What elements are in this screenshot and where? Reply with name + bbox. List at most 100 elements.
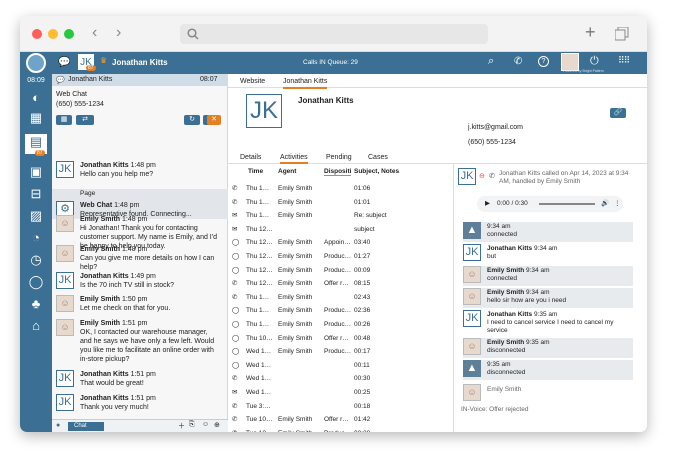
audio-progress[interactable] — [539, 203, 595, 205]
activity-row[interactable]: ◯ Thu 10… Emily Smith Offer r… 00:48 — [232, 332, 450, 346]
search-icon[interactable]: ⌕ — [488, 55, 494, 68]
activity-time: Thu 12… — [246, 266, 273, 274]
mail-icon: ✉ — [232, 212, 238, 220]
col-time[interactable]: Time — [248, 168, 263, 175]
home-icon[interactable]: ⌂ — [27, 318, 45, 334]
tab-pending[interactable]: Pending — [326, 154, 352, 161]
activity-note: 00:28 — [354, 427, 370, 432]
tab-contact[interactable]: Jonathan Kitts — [283, 78, 328, 89]
activity-row[interactable]: ✉ Thu 12… subject — [232, 223, 450, 237]
messages-icon[interactable]: ◯ — [27, 274, 45, 290]
activity-time: Thu 1… — [246, 185, 270, 192]
link-button[interactable]: 🔗 — [610, 108, 626, 118]
share-icon[interactable]: ⊕ — [214, 421, 220, 429]
activity-row[interactable]: ◯ Thu 12… Emily Smith Produc… 01:27 — [232, 250, 450, 264]
activity-row[interactable]: ✆ Thu 12… Emily Smith Offer r… 08:15 — [232, 277, 450, 291]
activity-row[interactable]: ◯ Thu 1… Emily Smith Produc… 02:36 — [232, 304, 450, 318]
volume-icon[interactable]: 🔊 — [601, 196, 609, 212]
activity-row[interactable]: ✆ Tue 3:… 00:18 — [232, 400, 450, 414]
activity-note: 02:43 — [354, 293, 371, 301]
tab-website[interactable]: Website — [240, 78, 265, 85]
activity-row[interactable]: ✉ Wed 1… 00:25 — [232, 386, 450, 400]
chat-icon: ◯ — [232, 334, 240, 342]
attach-icon[interactable]: ⎘ — [189, 421, 195, 429]
audio-player[interactable]: ▶ 0:00 / 0:30 🔊 ⋮ — [477, 196, 623, 212]
activity-time: Tue 3:… — [246, 402, 271, 410]
play-icon[interactable]: ▶ — [485, 196, 490, 212]
add-icon[interactable]: ＋ — [178, 421, 185, 431]
activity-row[interactable]: ◯ Thu 12… Emily Smith Appoin… 03:40 — [232, 236, 450, 250]
activity-row[interactable]: ✆ Tue 10… Emily Smith Produc…00:28 — [232, 427, 450, 432]
agent-avatar: ☺ — [56, 215, 74, 232]
activity-note: subject — [354, 225, 375, 233]
activity-row[interactable]: ✆ Thu 1… Emily Smith 02:43 — [232, 291, 450, 305]
activity-row[interactable]: ◯ Thu 1… Emily Smith Produc… 00:26 — [232, 318, 450, 332]
activity-time: Wed 1… — [246, 375, 272, 383]
forward-icon[interactable]: › — [116, 24, 121, 42]
phone-icon[interactable]: ✆ — [514, 56, 522, 67]
queue-status: Calls IN Queue: 29 — [303, 59, 358, 66]
agent-status-icon[interactable] — [26, 53, 46, 73]
close-window-button[interactable] — [32, 29, 42, 39]
activity-row[interactable]: ✆ Thu 1… Emily Smith 01:06 — [232, 182, 450, 196]
activity-row[interactable]: ✆ Tue 10… Emily Smith Offer r… 01:42 — [232, 413, 450, 427]
emoji-icon[interactable]: ☺ — [202, 421, 209, 428]
customer-avatar: JK — [56, 272, 74, 289]
activity-row[interactable]: ◯ Wed 1… 00:11 — [232, 359, 450, 373]
end-chat-button[interactable]: ✕ — [207, 115, 221, 125]
activity-time: Thu 1… — [246, 321, 270, 328]
message-time: 1:48 pm — [114, 202, 140, 209]
message-time: 1:48 pm — [122, 246, 148, 253]
activity-row[interactable]: ✆ Thu 1… Emily Smith 01:01 — [232, 196, 450, 210]
power-icon[interactable]: ⏻ — [590, 55, 599, 68]
history-icon[interactable]: ◷ — [27, 252, 45, 268]
tab-cases[interactable]: Cases — [368, 154, 388, 161]
inbox-icon[interactable]: ⊟ — [27, 186, 45, 202]
contacts-icon[interactable]: ▨ — [27, 208, 45, 224]
agent-avatar: ☺ — [463, 338, 481, 355]
brand-text: Powered by Bright Pattern — [563, 69, 604, 73]
message-time: 1:50 pm — [122, 296, 148, 303]
reload-button[interactable]: ↻ — [184, 115, 200, 125]
col-subject[interactable]: Subject, Notes — [354, 168, 399, 175]
grid-icon[interactable]: ▦ — [27, 110, 45, 126]
activity-row[interactable]: ✉ Thu 1… Emily Smith Re: subject — [232, 209, 450, 223]
chat-footer: ● Chat ＋ ⎘ ☺ ⊕ — [52, 419, 228, 432]
activity-note: 00:48 — [354, 334, 371, 342]
transcript-entry: JK Jonathan Kitts 9:34 am but — [463, 244, 633, 264]
chat-header[interactable]: 💬 Jonathan Kitts 08:07 — [52, 74, 228, 86]
activity-note: 00:25 — [354, 389, 371, 396]
col-agent[interactable]: Agent — [278, 168, 296, 175]
chat-icon: ◯ — [232, 348, 240, 356]
apps-grid-icon[interactable]: ⠿⠿ — [618, 55, 630, 66]
dashboard-icon[interactable]: ◔ — [27, 230, 45, 246]
activity-row[interactable]: ◯ Wed 1… Emily Smith Produc… 00:17 — [232, 345, 450, 359]
new-tab-icon[interactable]: + — [585, 22, 596, 43]
toggle-icon[interactable]: ◐ — [27, 90, 45, 106]
chat-bubble-icon[interactable]: 💬 — [58, 57, 70, 68]
activity-row[interactable]: ✆ Wed 1… 00:30 — [232, 372, 450, 386]
help-icon[interactable]: ? — [538, 56, 549, 67]
chat-dropdown[interactable]: Chat — [68, 422, 104, 431]
more-icon[interactable]: ⋮ — [614, 196, 621, 212]
activity-row[interactable]: ◯ Thu 12… Emily Smith Produc… 00:09 — [232, 264, 450, 278]
calendar-icon[interactable]: ▣ — [27, 164, 45, 180]
address-bar[interactable] — [180, 24, 488, 44]
col-disposition[interactable]: Dispositi — [324, 168, 352, 176]
transfer-button[interactable]: ⇄ — [76, 115, 94, 125]
minimize-window-button[interactable] — [48, 29, 58, 39]
tab-details[interactable]: Details — [240, 154, 261, 161]
activity-time: Wed 1… — [246, 389, 272, 396]
maximize-window-button[interactable] — [64, 29, 74, 39]
transcript-text: Emily Smith 9:34 am hello sir how are you… — [487, 289, 567, 304]
activity-note: 01:06 — [354, 185, 371, 192]
activity-time: Thu 1… — [246, 293, 270, 301]
calendar-button[interactable]: ▦ — [56, 115, 72, 125]
chat-icon: ◯ — [232, 266, 240, 274]
tab-activities[interactable]: Activities — [280, 154, 308, 164]
tabs-overview-icon[interactable] — [615, 27, 629, 41]
team-icon[interactable]: ♣ — [27, 296, 45, 312]
back-icon[interactable]: ‹ — [92, 24, 97, 42]
contact-avatar: JK — [246, 94, 282, 128]
missed-icon: ⊖ — [479, 173, 485, 180]
